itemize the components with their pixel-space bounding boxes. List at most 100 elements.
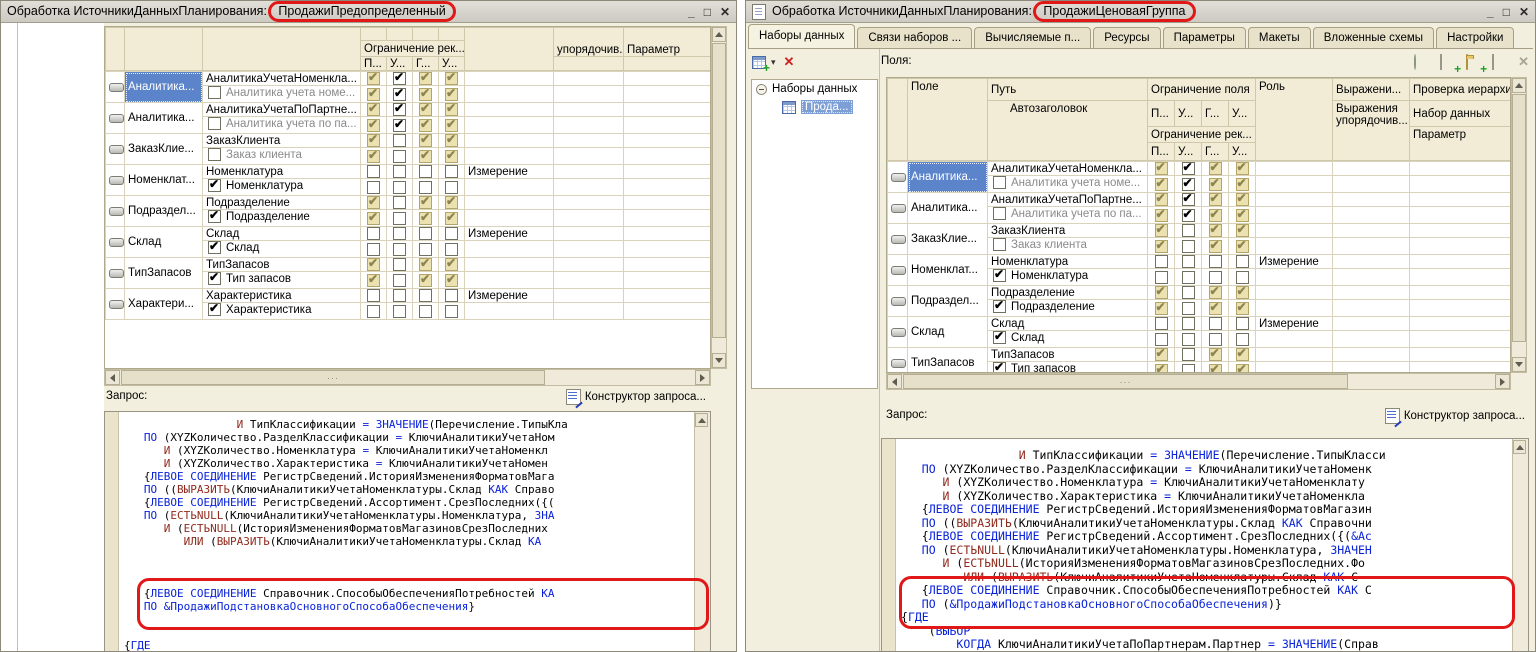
fields-hscrollbar-left[interactable]: ··· <box>104 369 711 386</box>
restriction-checkbox[interactable] <box>367 258 380 271</box>
role-cell[interactable] <box>465 72 554 86</box>
fields-hscrollbar-right[interactable]: ··· <box>886 373 1511 390</box>
restriction-checkbox[interactable] <box>393 196 406 209</box>
field-name-cell[interactable]: Аналитика... <box>125 72 203 103</box>
restriction-checkbox[interactable] <box>1209 333 1222 346</box>
restriction-checkbox[interactable] <box>445 72 458 85</box>
restriction-checkbox[interactable] <box>393 274 406 287</box>
field-path-cell[interactable]: АналитикаУчетаПоПартне... <box>203 103 361 117</box>
use-field-checkbox[interactable] <box>208 179 221 192</box>
field-name-cell[interactable]: ЗаказКлие... <box>125 134 203 165</box>
field-name-cell[interactable]: Характери... <box>125 289 203 320</box>
role-cell[interactable]: Измерение <box>1256 255 1333 269</box>
copy-field-icon[interactable] <box>1440 54 1442 70</box>
restriction-checkbox[interactable] <box>1209 178 1222 191</box>
fields-vscrollbar-left[interactable] <box>711 26 727 369</box>
role-cell[interactable] <box>1256 286 1333 300</box>
restriction-checkbox[interactable] <box>367 72 380 85</box>
restriction-checkbox[interactable] <box>1236 286 1249 299</box>
query-vscrollbar-left[interactable] <box>694 412 710 652</box>
fields-vscrollbar-right[interactable] <box>1511 77 1527 373</box>
field-path-cell[interactable]: АналитикаУчетаНоменкла... <box>203 72 361 86</box>
restriction-checkbox[interactable] <box>1155 224 1168 237</box>
restriction-checkbox[interactable] <box>1209 224 1222 237</box>
tab-2[interactable]: Связи наборов ... <box>857 27 972 48</box>
restriction-checkbox[interactable] <box>393 150 406 163</box>
restriction-checkbox[interactable] <box>445 274 458 287</box>
field-path-cell[interactable]: ЗаказКлиента <box>988 224 1148 238</box>
use-field-checkbox[interactable] <box>993 300 1006 313</box>
field-path-cell[interactable]: АналитикаУчетаПоПартне... <box>988 193 1148 207</box>
field-row[interactable]: Аналитика...АналитикаУчетаПоПартне... <box>888 193 1511 207</box>
restriction-checkbox[interactable] <box>1182 255 1195 268</box>
restriction-checkbox[interactable] <box>393 134 406 147</box>
field-path-cell[interactable]: Номенклатура <box>203 165 361 179</box>
restriction-checkbox[interactable] <box>1209 348 1222 361</box>
tab-7[interactable]: Вложенные схемы <box>1313 27 1434 48</box>
restriction-checkbox[interactable] <box>1209 162 1222 175</box>
restriction-checkbox[interactable] <box>419 227 432 240</box>
add-dataset-button[interactable]: + ▾ <box>752 56 776 69</box>
close-button[interactable]: ✕ <box>720 5 730 19</box>
restriction-checkbox[interactable] <box>419 119 432 132</box>
tab-5[interactable]: Параметры <box>1163 27 1246 48</box>
field-row[interactable]: СкладСкладИзмерение <box>106 227 711 241</box>
restriction-checkbox[interactable] <box>445 165 458 178</box>
restriction-checkbox[interactable] <box>445 305 458 318</box>
role-cell[interactable] <box>465 134 554 148</box>
restriction-checkbox[interactable] <box>445 134 458 147</box>
restriction-checkbox[interactable] <box>1236 333 1249 346</box>
restriction-checkbox[interactable] <box>1182 333 1195 346</box>
restriction-checkbox[interactable] <box>419 305 432 318</box>
field-row[interactable]: Аналитика...АналитикаУчетаНоменкла... <box>106 72 711 86</box>
restriction-checkbox[interactable] <box>1236 162 1249 175</box>
role-cell[interactable]: Измерение <box>465 289 554 303</box>
restriction-checkbox[interactable] <box>1236 209 1249 222</box>
role-cell[interactable] <box>1256 193 1333 207</box>
restriction-checkbox[interactable] <box>393 305 406 318</box>
restriction-checkbox[interactable] <box>393 103 406 116</box>
restriction-checkbox[interactable] <box>393 243 406 256</box>
field-name-cell[interactable]: Склад <box>125 227 203 258</box>
panel-splitter[interactable] <box>879 49 880 651</box>
restriction-checkbox[interactable] <box>1236 224 1249 237</box>
role-cell[interactable] <box>1256 348 1333 362</box>
field-path-cell[interactable]: АналитикаУчетаНоменкла... <box>988 162 1148 176</box>
scroll-up-icon[interactable] <box>1516 445 1524 450</box>
use-field-checkbox[interactable] <box>208 241 221 254</box>
use-field-checkbox[interactable] <box>208 210 221 223</box>
panel-splitter[interactable] <box>17 23 18 651</box>
restriction-checkbox[interactable] <box>367 274 380 287</box>
tab-4[interactable]: Ресурсы <box>1093 27 1160 48</box>
query-builder-link-right[interactable]: Конструктор запроса... <box>1385 408 1525 424</box>
restriction-checkbox[interactable] <box>1236 348 1249 361</box>
use-field-checkbox[interactable] <box>993 176 1006 189</box>
restriction-checkbox[interactable] <box>393 72 406 85</box>
field-name-cell[interactable]: ТипЗапасов <box>908 348 988 374</box>
restriction-checkbox[interactable] <box>367 289 380 302</box>
restriction-checkbox[interactable] <box>1155 317 1168 330</box>
role-cell[interactable] <box>465 103 554 117</box>
field-row[interactable]: Номенклат...НоменклатураИзмерение <box>106 165 711 179</box>
query-builder-link-left[interactable]: Конструктор запроса... <box>566 389 706 405</box>
field-row[interactable]: Номенклат...НоменклатураИзмерение <box>888 255 1511 269</box>
restriction-checkbox[interactable] <box>445 150 458 163</box>
restriction-checkbox[interactable] <box>1182 162 1195 175</box>
field-name-cell[interactable]: Аналитика... <box>908 162 988 193</box>
field-row[interactable]: Подраздел...Подразделение <box>106 196 711 210</box>
restriction-checkbox[interactable] <box>419 103 432 116</box>
add-table-icon[interactable] <box>1492 54 1494 70</box>
restriction-checkbox[interactable] <box>367 243 380 256</box>
restriction-checkbox[interactable] <box>419 181 432 194</box>
role-cell[interactable]: Измерение <box>1256 317 1333 331</box>
role-cell[interactable] <box>465 258 554 272</box>
restriction-checkbox[interactable] <box>1182 302 1195 315</box>
field-path-cell[interactable]: ЗаказКлиента <box>203 134 361 148</box>
scroll-up-icon[interactable] <box>698 418 706 423</box>
use-field-checkbox[interactable] <box>993 362 1006 373</box>
restriction-checkbox[interactable] <box>393 227 406 240</box>
use-field-checkbox[interactable] <box>208 86 221 99</box>
scroll-up-icon[interactable] <box>1515 83 1523 88</box>
restriction-checkbox[interactable] <box>1182 224 1195 237</box>
restriction-checkbox[interactable] <box>419 258 432 271</box>
